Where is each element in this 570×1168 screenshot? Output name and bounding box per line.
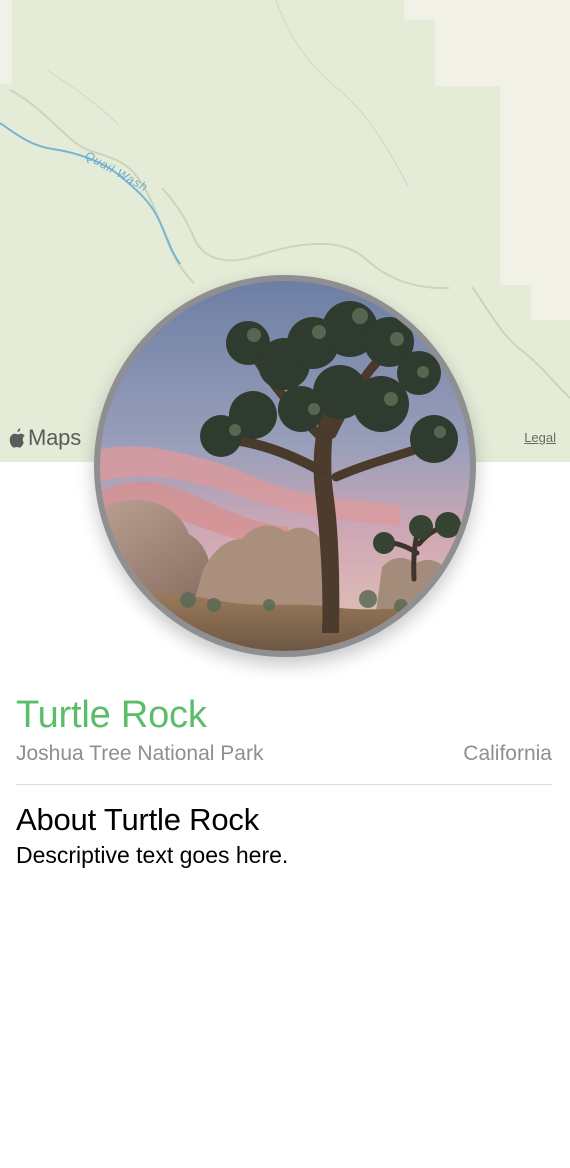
state-name: California — [463, 742, 552, 765]
about-section-title: About Turtle Rock — [16, 802, 259, 837]
legal-link[interactable]: Legal — [524, 430, 556, 446]
maps-logo-text: Maps — [28, 425, 81, 450]
right-rock-formation — [376, 557, 470, 612]
joshua-tree-photo — [100, 281, 470, 651]
map-edge-area — [0, 0, 12, 84]
landmark-detail-screen: Quail Wash Maps Legal Turtle Rock Joshua… — [0, 0, 570, 1168]
maps-logo: Maps — [8, 424, 81, 452]
park-name: Joshua Tree National Park — [16, 742, 264, 765]
description-text: Descriptive text goes here. — [16, 842, 289, 868]
landmark-title: Turtle Rock — [16, 694, 207, 736]
section-divider — [16, 784, 552, 785]
location-row: Joshua Tree National Park California — [16, 741, 552, 767]
landmark-photo — [94, 275, 476, 657]
apple-icon — [9, 428, 25, 448]
